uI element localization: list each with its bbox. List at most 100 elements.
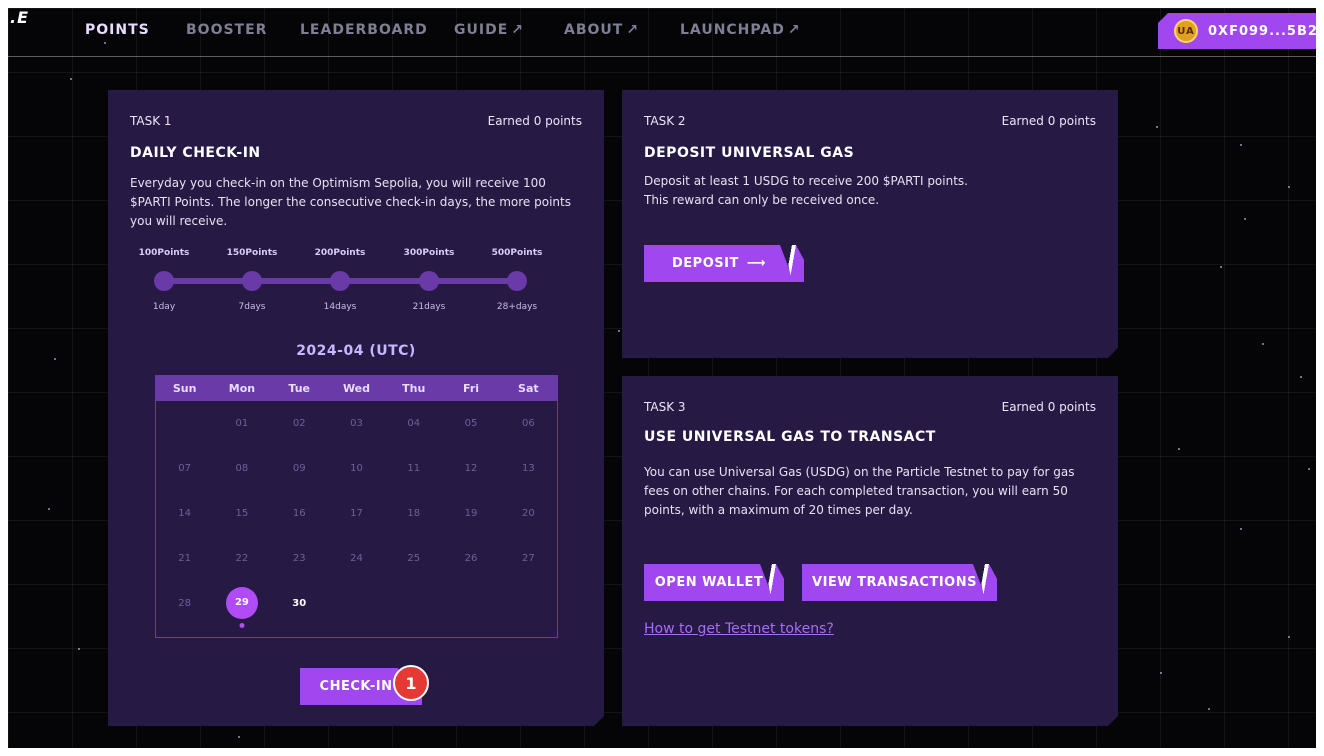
day-number: 30: [292, 598, 307, 609]
nav-item-launchpad[interactable]: LAUNCHPAD ↗: [680, 22, 801, 38]
nav-label: GUIDE: [454, 22, 509, 38]
button-label: CHECK-IN: [319, 679, 393, 694]
day-number: 01: [235, 418, 249, 429]
calendar-day: 18: [385, 491, 442, 536]
milestone-days: 14days: [323, 302, 357, 312]
star: [78, 648, 80, 650]
milestone-days: 21days: [412, 302, 446, 312]
star: [70, 78, 72, 80]
calendar-week: 28 29 30: [156, 581, 557, 626]
button-label: VIEW TRANSACTIONS: [812, 575, 977, 590]
day-number: 07: [178, 463, 191, 474]
star: [48, 508, 50, 510]
calendar-day: 16: [271, 491, 328, 536]
nav-label: LAUNCHPAD: [680, 22, 785, 38]
day-number: 29: [226, 587, 258, 619]
day-number: 19: [464, 508, 478, 519]
day-number: 28: [178, 598, 191, 609]
weekday-header: Wed: [342, 382, 371, 395]
milestone-days: 7days: [238, 302, 266, 312]
milestone-points: 150Points: [226, 248, 278, 258]
calendar-body: 01 02 03 04 05 06 07 08 09 10 11 12 13 14 15 16 17 18 19 20…: [156, 401, 557, 626]
star: [1220, 266, 1222, 268]
nav-label: POINTS: [85, 22, 150, 38]
calendar-empty: [385, 581, 442, 626]
day-number: 22: [235, 553, 249, 564]
day-number: 03: [350, 418, 363, 429]
description-line: This reward can only be received once.: [644, 193, 880, 207]
weekday-header: Sun: [172, 382, 197, 395]
earned-points: Earned 0 points: [1001, 114, 1096, 128]
calendar-day: 22: [213, 536, 270, 581]
calendar-week: 07 08 09 10 11 12 13: [156, 446, 557, 491]
day-number: 27: [521, 553, 535, 564]
earned-points: Earned 0 points: [487, 114, 582, 128]
task-title: DAILY CHECK-IN: [130, 145, 261, 161]
calendar-day: 13: [500, 446, 557, 491]
day-number: 20: [521, 508, 535, 519]
milestone-points: 100Points: [138, 248, 190, 258]
day-number: 18: [407, 508, 421, 519]
calendar-day: 05: [442, 401, 499, 446]
star: [1178, 448, 1180, 450]
milestone-days: 28+days: [496, 302, 538, 312]
day-number: 24: [350, 553, 363, 564]
nav-item-leaderboard[interactable]: LEADERBOARD: [300, 22, 428, 38]
calendar-day: 27: [500, 536, 557, 581]
star: [1240, 528, 1242, 530]
milestone-dot: [154, 271, 174, 291]
task-label: TASK 1: [130, 114, 172, 128]
logo[interactable]: .E: [10, 8, 29, 27]
day-number: 17: [350, 508, 363, 519]
top-navigation: .E POINTS BOOSTER LEADERBOARD GUIDE ↗ ABO…: [8, 8, 1316, 57]
weekday-header: Mon: [228, 382, 256, 395]
milestone-days: 1day: [152, 302, 176, 312]
open-wallet-button[interactable]: OPEN WALLET: [644, 564, 774, 601]
star: [1300, 376, 1302, 378]
star: [618, 330, 620, 332]
nav-item-points[interactable]: POINTS: [85, 22, 150, 38]
calendar-day: 23: [271, 536, 328, 581]
nav-item-guide[interactable]: GUIDE ↗: [454, 22, 524, 38]
nav-item-about[interactable]: ABOUT ↗: [564, 22, 639, 38]
star: [238, 736, 240, 738]
calendar-empty: [442, 581, 499, 626]
step-badge: 1: [393, 665, 429, 701]
task-label: TASK 2: [644, 114, 686, 128]
calendar-day: 24: [328, 536, 385, 581]
calendar-week: 01 02 03 04 05 06: [156, 401, 557, 446]
day-number: 16: [292, 508, 306, 519]
day-number: 08: [235, 463, 249, 474]
wallet-button[interactable]: UA 0XF099...5B2E: [1158, 13, 1316, 49]
calendar-day: 15: [213, 491, 270, 536]
milestone-points: 500Points: [491, 248, 543, 258]
day-number: 13: [521, 463, 535, 474]
deposit-button[interactable]: DEPOSIT ⟶: [644, 245, 794, 282]
button-label: OPEN WALLET: [654, 575, 764, 590]
calendar-day: 02: [271, 401, 328, 446]
milestone-dot: [330, 271, 350, 291]
day-number: 15: [235, 508, 249, 519]
task-label: TASK 3: [644, 400, 686, 414]
star: [1240, 144, 1242, 146]
nav-item-booster[interactable]: BOOSTER: [186, 22, 267, 38]
testnet-tokens-link[interactable]: How to get Testnet tokens?: [644, 621, 834, 637]
description-line: Deposit at least 1 USDG to receive 200 $…: [644, 174, 968, 188]
view-transactions-button[interactable]: VIEW TRANSACTIONS: [802, 564, 987, 601]
calendar-day: 21: [156, 536, 213, 581]
weekday-header: Fri: [463, 382, 480, 395]
calendar-week: 14 15 16 17 18 19 20: [156, 491, 557, 536]
task-description: You can use Universal Gas (USDG) on the …: [644, 465, 1075, 517]
day-number: 09: [292, 463, 306, 474]
calendar-day: 25: [385, 536, 442, 581]
star: [1244, 218, 1246, 220]
milestone-dot: [419, 271, 439, 291]
calendar-title: 2024-04 (UTC): [296, 343, 416, 359]
star: [1288, 636, 1290, 638]
external-link-icon: ↗: [626, 22, 640, 38]
star: [1208, 708, 1210, 710]
day-number: 12: [464, 463, 478, 474]
weekday-header: Sat: [518, 382, 539, 395]
task1-card: TASK 1 Earned 0 points DAILY CHECK-IN Ev…: [108, 90, 604, 726]
day-number: 25: [407, 553, 421, 564]
